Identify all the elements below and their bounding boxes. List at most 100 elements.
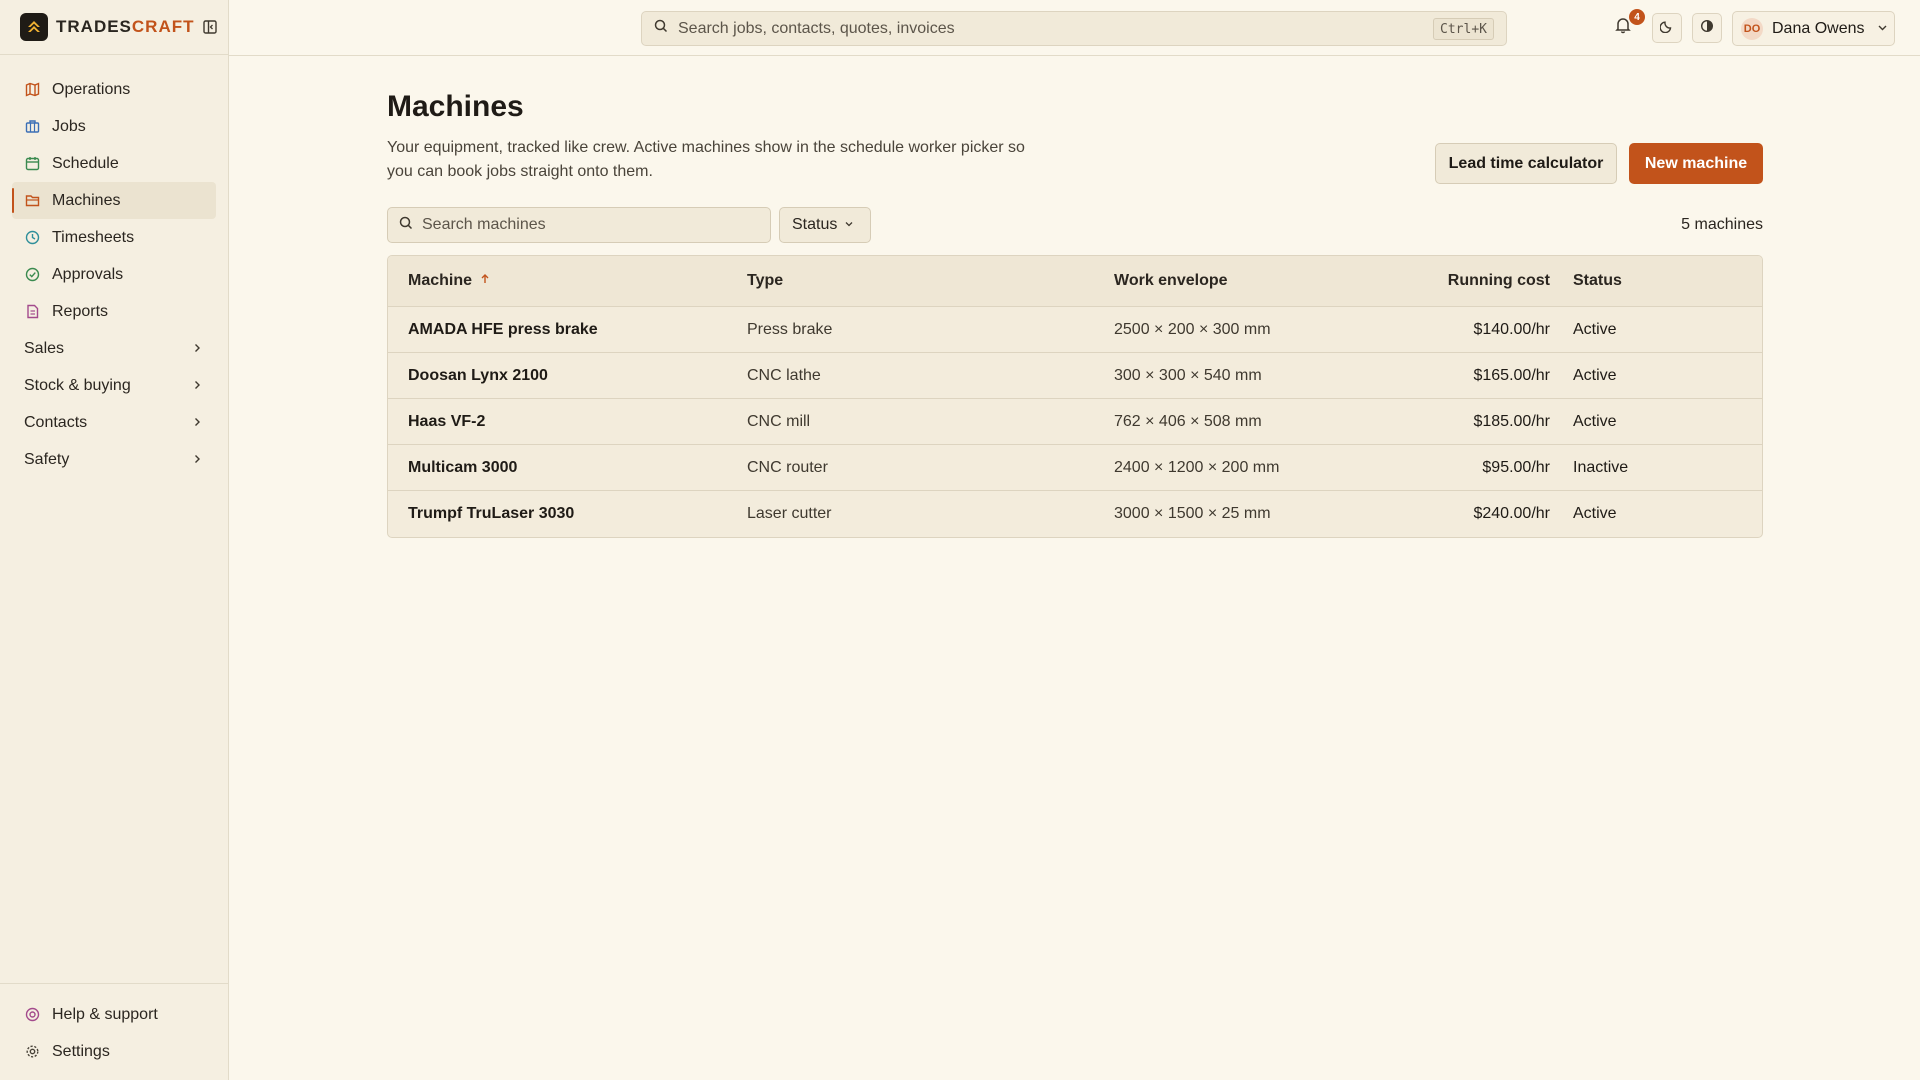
sidebar-item-machines[interactable]: Machines <box>12 182 216 219</box>
sidebar-item-settings[interactable]: Settings <box>12 1033 216 1070</box>
new-machine-button[interactable]: New machine <box>1629 143 1763 184</box>
chevron-down-icon <box>844 216 854 234</box>
briefcase-icon <box>24 119 40 135</box>
running-cost: $140.00/hr <box>1473 320 1550 338</box>
column-header-status[interactable]: Status <box>1550 272 1622 290</box>
calendar-icon <box>24 156 40 172</box>
user-menu-button[interactable]: DO Dana Owens <box>1732 11 1895 46</box>
column-header-label: Machine <box>408 272 473 289</box>
page-title: Machines <box>387 90 524 123</box>
logo-icon <box>20 13 48 41</box>
sidebar-group-contacts[interactable]: Contacts <box>12 404 216 441</box>
page-description: Your equipment, tracked like crew. Activ… <box>387 139 1025 180</box>
sidebar-collapse-icon[interactable] <box>201 18 219 36</box>
sidebar-group-safety[interactable]: Safety <box>12 441 216 478</box>
sidebar-group-sales[interactable]: Sales <box>12 330 216 367</box>
notification-badge: 4 <box>1629 9 1645 25</box>
brand-name: TRADESCRAFT <box>56 17 195 36</box>
machine-count: 5 machines <box>1681 216 1763 233</box>
search-icon <box>399 216 413 235</box>
sidebar-item-operations[interactable]: Operations <box>12 71 216 108</box>
column-header-machine[interactable]: Machine <box>388 272 747 290</box>
avatar: DO <box>1741 17 1763 40</box>
work-envelope: 300 × 300 × 540 mm <box>1114 366 1262 384</box>
status-filter-dropdown[interactable]: Status <box>779 207 871 243</box>
sidebar-item-schedule[interactable]: Schedule <box>12 145 216 182</box>
machine-search-placeholder: Search machines <box>422 216 546 233</box>
contrast-toggle[interactable] <box>1692 13 1722 43</box>
status-filter-label: Status <box>792 216 838 233</box>
moon-icon <box>1659 19 1674 38</box>
machine-name: Doosan Lynx 2100 <box>408 366 548 384</box>
sidebar-item-label: Jobs <box>52 117 86 135</box>
machines-table: Machine Type Work envelope Running cost … <box>387 255 1763 538</box>
running-cost: $165.00/hr <box>1473 366 1550 384</box>
machine-type: CNC mill <box>747 412 811 430</box>
sidebar-item-label: Reports <box>52 302 109 320</box>
global-search-placeholder: Search jobs, contacts, quotes, invoices <box>678 19 955 37</box>
sidebar-item-jobs[interactable]: Jobs <box>12 108 216 145</box>
work-envelope: 2500 × 200 × 300 mm <box>1114 320 1271 338</box>
column-header-work-envelope[interactable]: Work envelope <box>1114 272 1408 290</box>
user-name: Dana Owens <box>1772 19 1865 37</box>
sidebar-group-label: Sales <box>24 339 65 357</box>
chevron-right-icon <box>192 340 202 358</box>
sidebar-item-label: Settings <box>52 1042 110 1060</box>
sidebar-item-help-support[interactable]: Help & support <box>12 996 216 1033</box>
sidebar-group-stock-buying[interactable]: Stock & buying <box>12 367 216 404</box>
table-row[interactable]: Multicam 3000 CNC router 2400 × 1200 × 2… <box>388 445 1762 491</box>
sidebar-group-label: Safety <box>24 450 70 468</box>
map-icon <box>24 82 40 98</box>
contrast-icon <box>1700 19 1714 38</box>
table-row[interactable]: Doosan Lynx 2100 CNC lathe 300 × 300 × 5… <box>388 353 1762 399</box>
table-row[interactable]: Haas VF-2 CNC mill 762 × 406 × 508 mm $1… <box>388 399 1762 445</box>
table-header: Machine Type Work envelope Running cost … <box>388 256 1762 307</box>
dark-mode-toggle[interactable] <box>1652 13 1682 43</box>
sidebar-item-reports[interactable]: Reports <box>12 293 216 330</box>
sidebar: TRADESCRAFT Operations Jobs Schedule Mac… <box>0 0 229 1080</box>
running-cost: $185.00/hr <box>1473 412 1550 430</box>
chevron-right-icon <box>192 451 202 469</box>
column-header-running-cost[interactable]: Running cost <box>1408 272 1550 290</box>
lifebuoy-icon <box>24 1007 40 1023</box>
machine-status: Active <box>1573 366 1617 384</box>
sidebar-nav: Operations Jobs Schedule Machines Timesh… <box>0 55 228 478</box>
search-icon <box>654 19 668 38</box>
running-cost: $240.00/hr <box>1473 505 1550 522</box>
machine-status: Active <box>1573 412 1617 430</box>
table-row[interactable]: Trumpf TruLaser 3030 Laser cutter 3000 ×… <box>388 491 1762 537</box>
shortcut-hint: Ctrl+K <box>1433 18 1494 40</box>
machine-name: Multicam 3000 <box>408 458 518 476</box>
machine-status: Inactive <box>1573 458 1629 476</box>
machine-search-input[interactable]: Search machines <box>387 207 771 243</box>
machine-name: Haas VF-2 <box>408 412 486 430</box>
sidebar-group-label: Contacts <box>24 413 88 431</box>
brand: TRADESCRAFT <box>0 0 228 55</box>
chevron-right-icon <box>192 377 202 395</box>
sidebar-item-label: Help & support <box>52 1005 158 1023</box>
machine-type: CNC lathe <box>747 366 821 384</box>
column-header-type[interactable]: Type <box>747 272 1114 290</box>
sidebar-item-timesheets[interactable]: Timesheets <box>12 219 216 256</box>
machine-status: Active <box>1573 505 1617 522</box>
folder-icon <box>24 193 40 209</box>
clock-icon <box>24 230 40 246</box>
sidebar-item-label: Approvals <box>52 265 124 283</box>
document-icon <box>24 304 40 320</box>
sidebar-item-label: Machines <box>52 191 121 209</box>
lead-time-calculator-button[interactable]: Lead time calculator <box>1435 143 1617 184</box>
sidebar-item-approvals[interactable]: Approvals <box>12 256 216 293</box>
running-cost: $95.00/hr <box>1482 458 1550 476</box>
gear-icon <box>24 1044 40 1060</box>
table-row[interactable]: AMADA HFE press brake Press brake 2500 ×… <box>388 307 1762 353</box>
chevron-right-icon <box>192 414 202 432</box>
machine-name: AMADA HFE press brake <box>408 320 598 338</box>
machine-type: Laser cutter <box>747 505 832 522</box>
chevron-down-icon <box>1877 20 1888 38</box>
machine-type: Press brake <box>747 320 833 338</box>
machine-type: CNC router <box>747 458 828 476</box>
global-search-input[interactable]: Search jobs, contacts, quotes, invoices … <box>641 11 1507 46</box>
sidebar-group-label: Stock & buying <box>24 376 131 394</box>
sort-ascending-icon <box>480 272 490 290</box>
work-envelope: 2400 × 1200 × 200 mm <box>1114 458 1280 476</box>
